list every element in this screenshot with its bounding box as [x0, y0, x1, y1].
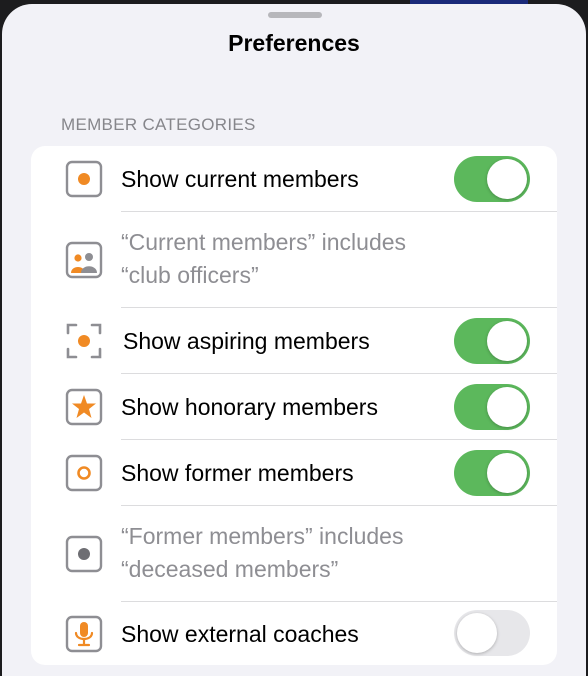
row-show-external-coaches[interactable]: Show external coaches [31, 602, 557, 665]
note-line-1: “Former members” includes [121, 523, 404, 549]
focus-brackets-dot-icon [66, 323, 102, 359]
preferences-sheet: Preferences MEMBER CATEGORIES Show curre… [2, 4, 586, 676]
gray-dot-square-icon [65, 535, 103, 573]
row-show-former-members[interactable]: Show former members [31, 440, 557, 506]
row-show-aspiring-members[interactable]: Show aspiring members [31, 308, 557, 374]
row-note-former-members: “Former members” includes “deceased memb… [31, 506, 557, 602]
sheet-grabber-handle[interactable] [268, 12, 322, 18]
row-label: Show former members [121, 460, 354, 486]
row-label: Show honorary members [121, 394, 378, 420]
note-line-2: “deceased members” [121, 556, 339, 582]
row-label: Show current members [121, 166, 359, 192]
row-label: Show aspiring members [123, 328, 370, 354]
former-members-toggle[interactable] [454, 450, 530, 496]
note-line-2: “club officers” [121, 262, 259, 288]
star-square-icon [65, 388, 103, 426]
external-coaches-toggle[interactable] [454, 610, 530, 656]
section-header-member-categories: MEMBER CATEGORIES [61, 115, 256, 134]
row-label: Show external coaches [121, 621, 359, 647]
row-show-current-members[interactable]: Show current members [31, 146, 557, 212]
current-members-toggle[interactable] [454, 156, 530, 202]
member-categories-list: Show current members “Current members” i… [31, 146, 557, 665]
microphone-square-icon [65, 615, 103, 653]
honorary-members-toggle[interactable] [454, 384, 530, 430]
people-photo-icon [65, 241, 103, 279]
row-note-current-members: “Current members” includes “club officer… [31, 212, 557, 308]
aspiring-members-toggle[interactable] [454, 318, 530, 364]
note-line-1: “Current members” includes [121, 229, 407, 255]
hollow-circle-square-icon [65, 454, 103, 492]
page-title: Preferences [228, 30, 360, 56]
filled-dot-square-icon [65, 160, 103, 198]
row-show-honorary-members[interactable]: Show honorary members [31, 374, 557, 440]
